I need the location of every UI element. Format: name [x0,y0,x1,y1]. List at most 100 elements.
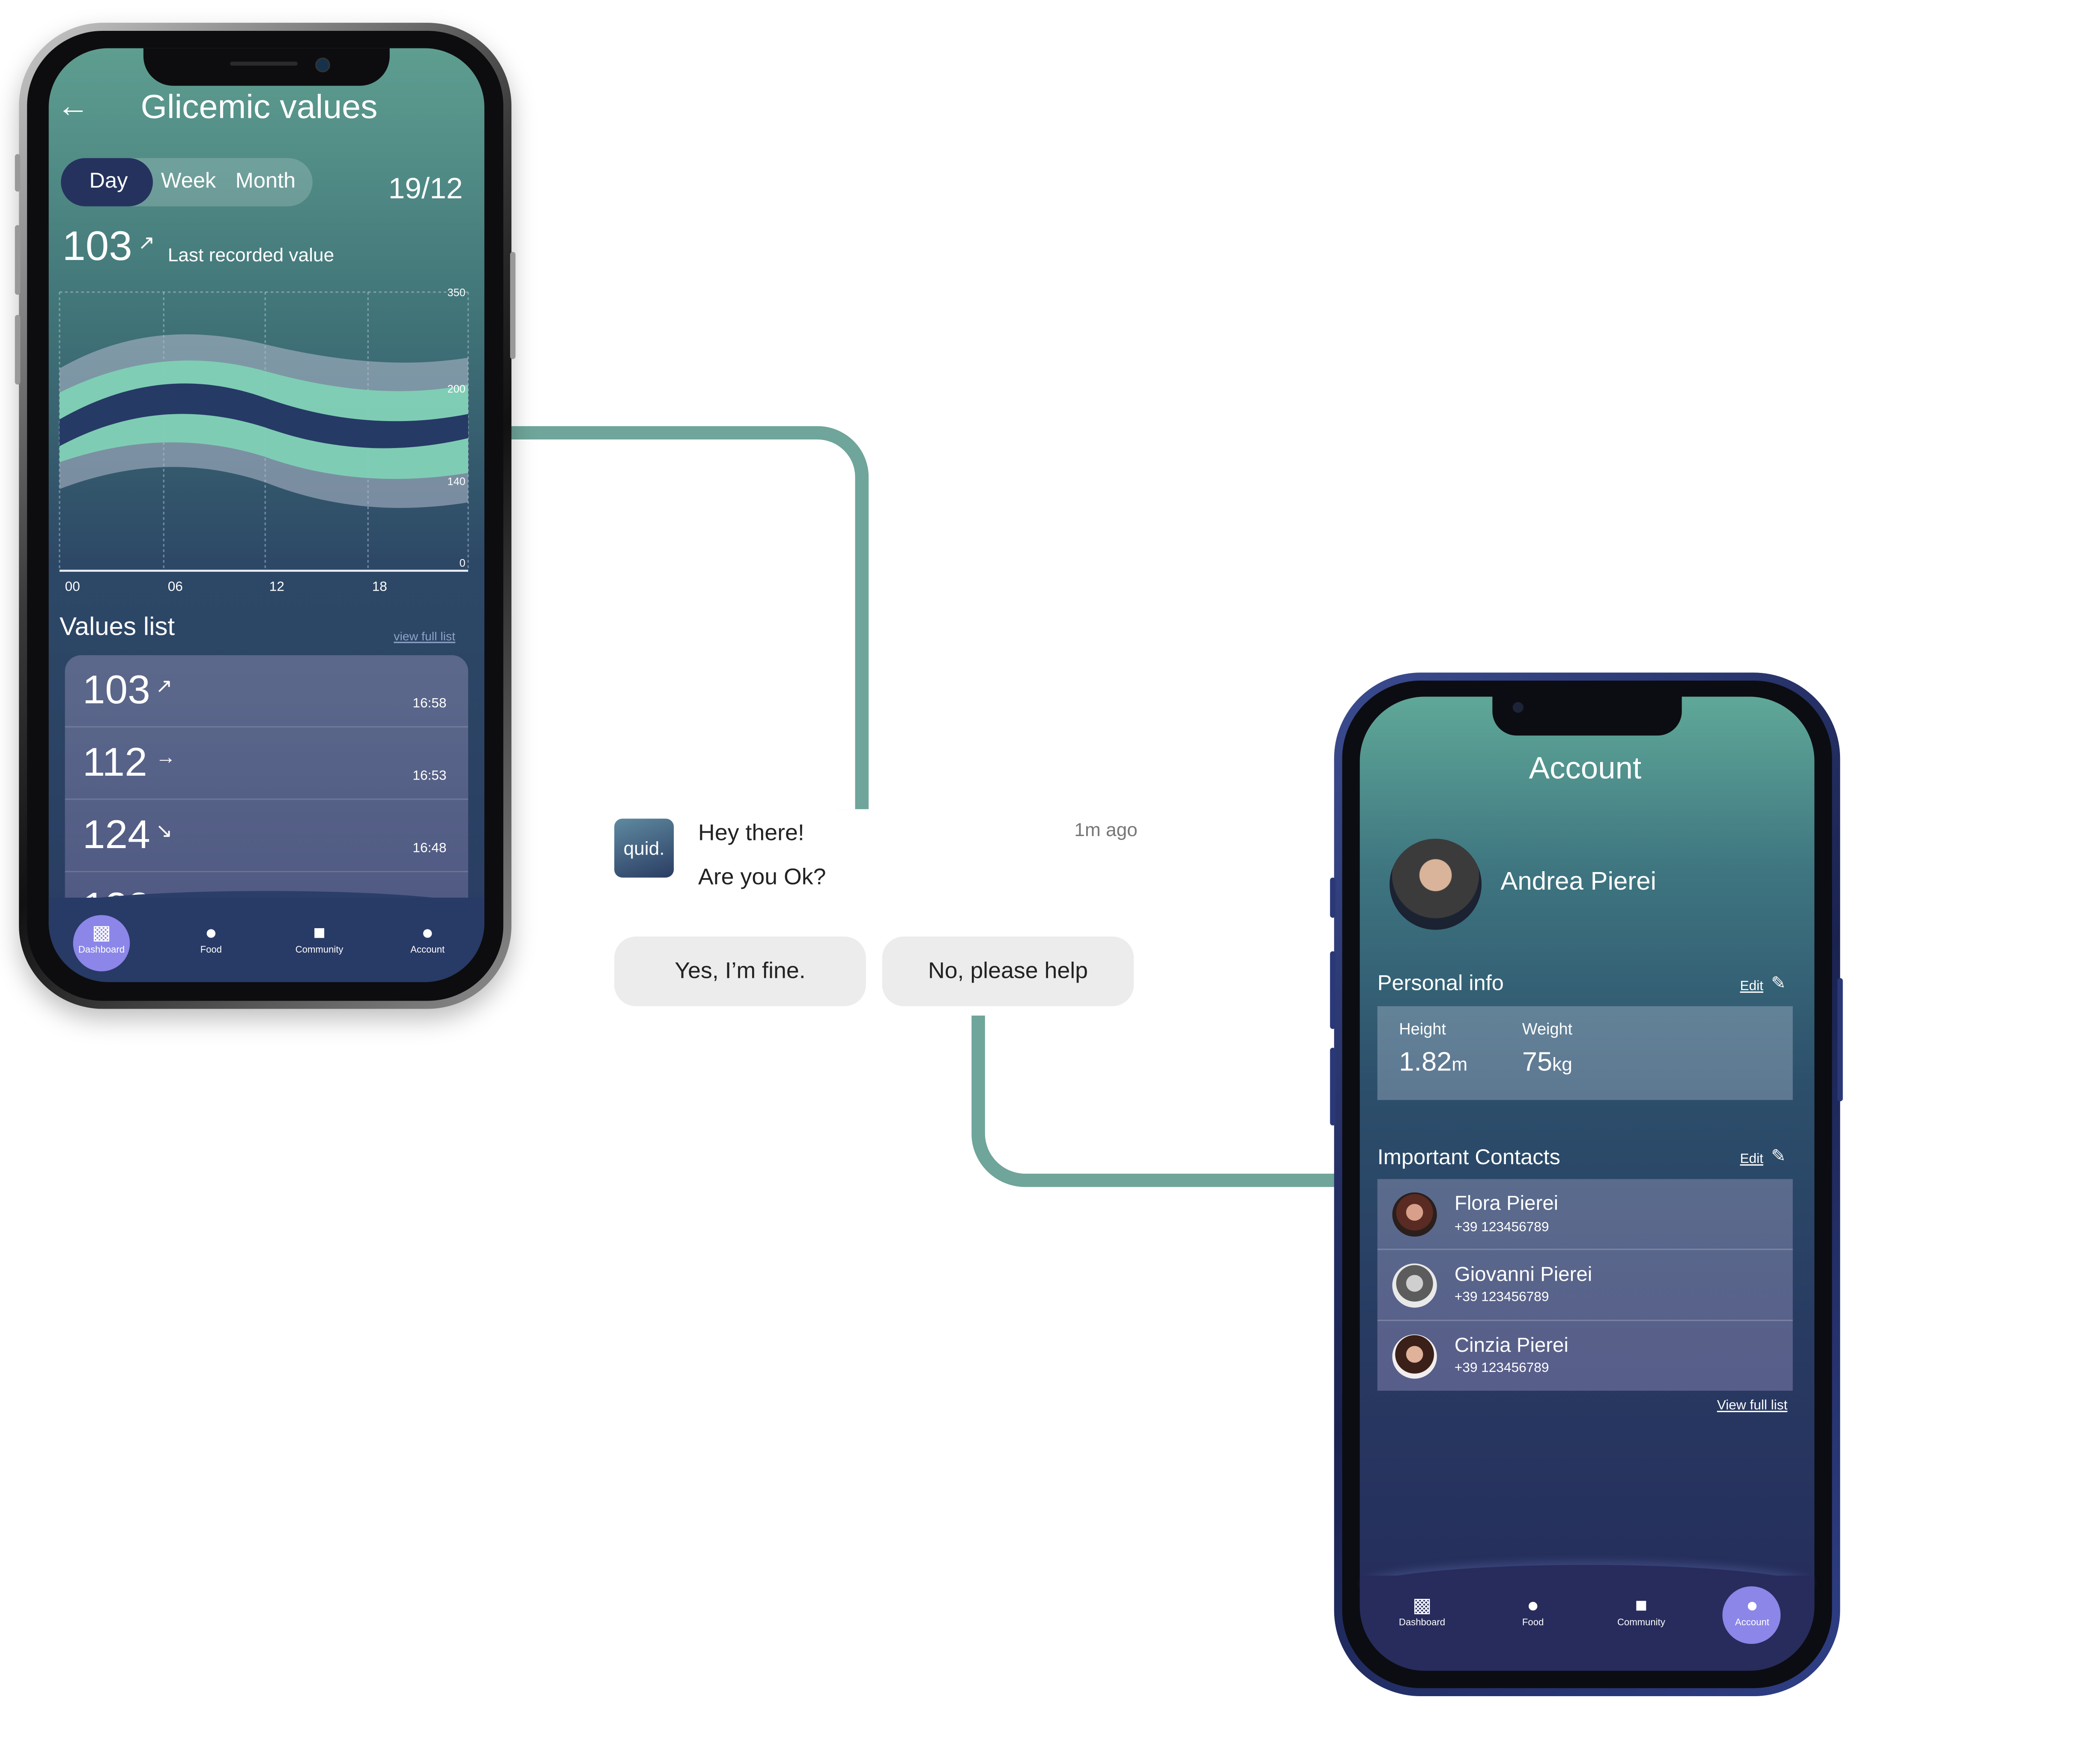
contacts-title: Important Contacts [1377,1147,1560,1170]
pencil-icon[interactable]: ✎ [1771,1145,1786,1167]
nav-food[interactable]: ● Food [177,922,245,955]
contact-phone: +39 123456789 [1454,1220,1549,1236]
connector-top [508,426,869,810]
nav-community[interactable]: ■ Community [1601,1594,1682,1628]
list-item[interactable]: 103 ↗ 16:58 [65,655,469,728]
tab-month[interactable]: Month [236,170,296,194]
x-tick-label: 12 [269,579,284,594]
nav-label: Community [295,946,344,956]
y-tick-label: 140 [448,475,466,487]
nav-label: Community [1617,1618,1665,1628]
value-number: 112 [82,741,147,786]
trend-up-icon: ↗ [138,232,155,255]
side-button [15,315,21,385]
divider [1377,1320,1793,1321]
nav-account[interactable]: ● Account [394,922,461,955]
nav-label: Dashboard [1399,1618,1446,1628]
notification-question: Are you Ok? [698,864,826,890]
values-list: 103 ↗ 16:58 112 → 16:53 124 ↘ 16:48 122 … [65,655,469,923]
values-list-title: Values list [59,613,175,642]
contact-name[interactable]: Giovanni Pierei [1455,1264,1592,1286]
pencil-icon[interactable]: ✎ [1771,973,1786,994]
please-help-button[interactable]: No, please help [882,936,1134,1007]
trend-down-icon: ↘ [155,820,173,843]
list-item[interactable]: 124 ↘ 16:48 [65,800,469,872]
value-number: 103 [82,668,150,713]
community-icon: ■ [1635,1594,1648,1617]
nav-food[interactable]: ● Food [1499,1594,1567,1628]
avatar[interactable] [1389,839,1482,930]
contact-phone: +39 123456789 [1454,1361,1549,1376]
x-tick-label: 18 [372,579,387,594]
speaker [230,61,298,66]
contact-name[interactable]: Cinzia Pierei [1455,1334,1568,1357]
y-tick-label: 200 [448,383,466,395]
glicemic-chart: 00 06 12 18 350 200 140 0 [59,287,469,594]
last-value: 103 [62,222,132,269]
value-time: 16:53 [412,769,447,784]
divider [1377,1249,1793,1250]
bar-chart-icon: ▩ [92,922,111,945]
nav-dashboard[interactable]: ▩ Dashboard [1388,1594,1456,1628]
food-icon: ● [1526,1594,1539,1617]
nav-account[interactable]: ● Account [1718,1594,1786,1628]
nav-label: Food [1522,1618,1544,1628]
food-icon: ● [205,922,218,945]
x-tick-labels: 00 06 12 18 [65,579,387,594]
trend-up-icon: ↗ [155,675,173,698]
side-button [15,225,21,295]
bar-chart-icon: ▩ [1412,1594,1432,1617]
list-item[interactable]: 112 → 16:53 [65,728,469,800]
height-label: Height [1399,1019,1446,1039]
page-title: Account [1529,750,1642,786]
nav-community[interactable]: ■ Community [279,922,360,955]
avatar[interactable] [1392,1334,1437,1379]
avatar[interactable] [1392,1192,1437,1237]
page-title: Glicemic values [140,88,378,126]
weight-number: 75 [1522,1048,1553,1077]
connector-bottom [971,1016,1353,1187]
contact-phone: +39 123456789 [1454,1290,1549,1305]
edit-personal-info-link[interactable]: Edit [1740,980,1763,994]
notification-time: 1m ago [1074,819,1138,840]
y-tick-label: 350 [448,287,466,299]
nav-label: Account [1735,1618,1769,1628]
height-number: 1.82 [1399,1048,1452,1077]
yes-fine-button[interactable]: Yes, I’m fine. [614,936,866,1007]
height-unit: m [1452,1053,1468,1075]
x-tick-label: 00 [65,579,80,594]
tab-week[interactable]: Week [161,170,216,194]
user-name: Andrea Pierei [1500,868,1657,896]
trend-flat-icon: → [155,746,176,769]
height-value: 1.82m [1399,1048,1467,1079]
weight-unit: kg [1552,1053,1572,1075]
user-icon: ● [1746,1594,1759,1617]
side-button [15,154,21,192]
notch [143,48,390,86]
x-tick-label: 06 [168,579,183,594]
avatar[interactable] [1392,1263,1437,1308]
side-button [510,252,516,359]
nav-label: Account [410,946,445,956]
nav-label: Dashboard [78,946,125,956]
community-icon: ■ [313,922,326,945]
side-button [1330,1048,1335,1126]
quid-logo: quid. [614,819,674,878]
nav-dashboard[interactable]: ▩ Dashboard [68,922,135,955]
y-tick-label: 0 [460,557,466,569]
back-arrow-icon[interactable]: ← [57,88,90,126]
contact-name[interactable]: Flora Pierei [1455,1192,1558,1215]
tab-day[interactable]: Day [89,170,128,194]
camera [315,57,330,72]
user-icon: ● [421,922,434,945]
nav-label: Food [200,946,222,956]
view-full-list-link[interactable]: view full list [394,630,455,643]
weight-label: Weight [1522,1019,1573,1039]
edit-contacts-link[interactable]: Edit [1740,1152,1763,1167]
side-button [1330,877,1335,918]
camera [1512,702,1524,713]
last-value-label: Last recorded value [167,244,335,266]
personal-info-title: Personal info [1377,972,1504,996]
view-full-list-link[interactable]: View full list [1717,1399,1787,1413]
value-number: 124 [82,813,150,858]
